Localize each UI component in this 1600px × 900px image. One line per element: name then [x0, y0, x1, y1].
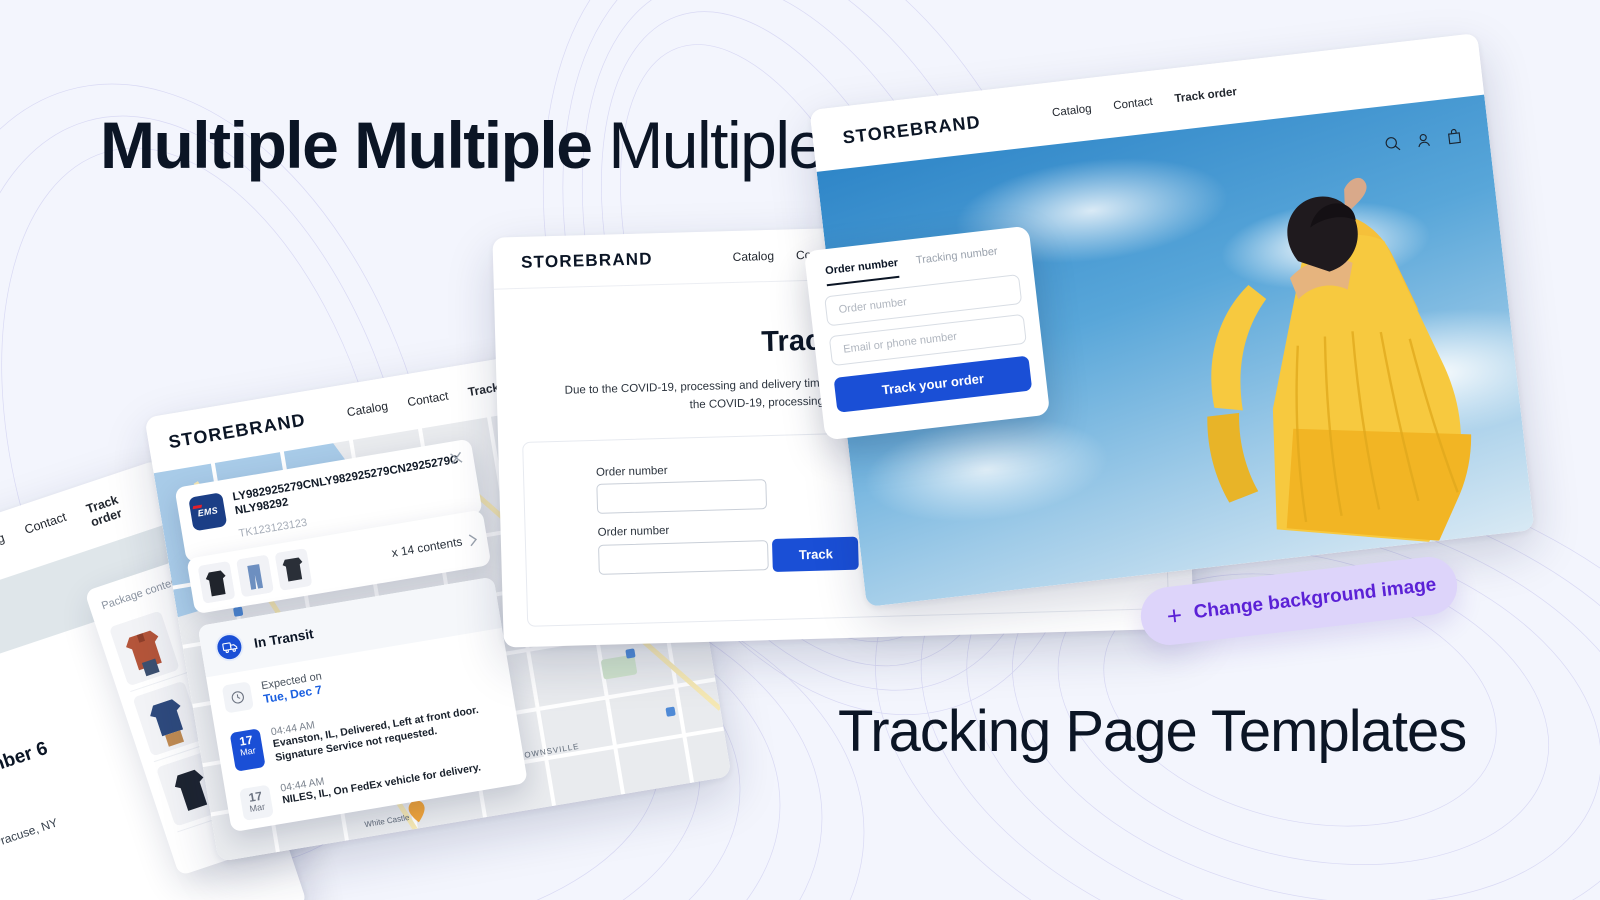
event-date-badge: 17 Mar	[229, 728, 266, 773]
nav-item-contact[interactable]: Contact	[406, 389, 449, 410]
order-number-input-1[interactable]	[596, 478, 768, 514]
change-background-label: Change background image	[1192, 574, 1438, 624]
nav-links: Catalog Contact Track order	[1051, 86, 1237, 119]
nav-item-catalog[interactable]: Catalog	[346, 399, 389, 420]
headline-word-2: Multiple	[354, 108, 593, 182]
hero-model-image	[1207, 177, 1472, 542]
tab-order-number[interactable]: Order number	[824, 256, 900, 287]
nav-item-catalog[interactable]: Catalog	[732, 248, 774, 263]
headline-word-3: Multiple	[608, 108, 825, 182]
chevron-right-icon	[468, 533, 477, 546]
search-icon[interactable]	[1383, 135, 1402, 154]
nav-item-catalog[interactable]: Catalog	[0, 531, 11, 571]
brand-logo: STOREBRAND	[167, 409, 308, 452]
truck-icon	[213, 630, 246, 664]
tracking-form: Order number Order number Track	[523, 433, 860, 625]
contents-count-label: x 14 contents	[390, 534, 464, 560]
page-headline: Multiple Multiple Multiple M	[100, 112, 896, 178]
nav-item-contact[interactable]: Contact	[23, 510, 73, 550]
tab-tracking-number[interactable]: Tracking number	[915, 245, 999, 275]
product-thumbnail-jacket	[108, 609, 180, 686]
product-thumbnail-hoodie	[197, 560, 236, 604]
cart-icon[interactable]	[1445, 127, 1464, 146]
brand-logo: STOREBRAND	[841, 111, 982, 148]
ems-logo-icon: EMS	[188, 492, 228, 532]
plus-icon: +	[1165, 599, 1184, 632]
contents-count[interactable]: x 14 contents	[391, 532, 479, 560]
headline-word-1: Multiple	[100, 108, 339, 182]
nav-item-contact[interactable]: Contact	[1113, 96, 1154, 112]
order-number-input-2[interactable]	[598, 540, 769, 575]
status-text: In Transit	[252, 625, 315, 651]
close-icon[interactable]	[448, 450, 464, 466]
track-your-order-button[interactable]: Track your order	[833, 355, 1033, 413]
product-thumbnail-tshirt	[274, 548, 313, 591]
account-icon[interactable]	[1414, 131, 1433, 150]
nav-item-track-order[interactable]: Track order	[1174, 86, 1238, 105]
nav-item-catalog[interactable]: Catalog	[1051, 103, 1092, 119]
event-date-badge: 17 Mar	[239, 784, 274, 822]
field-label-order-number-2: Order number	[597, 524, 670, 539]
nav-item-track-order[interactable]: Track order	[85, 483, 153, 530]
brand-logo: STOREBRAND	[520, 248, 653, 272]
track-button[interactable]: Track	[772, 536, 860, 572]
field-label-order-number-1: Order number	[595, 464, 668, 479]
product-thumbnail-jeans	[236, 554, 274, 598]
hero-tracking-form[interactable]: Order number Tracking number Order numbe…	[803, 225, 1051, 441]
footer-title: Tracking Page Templates	[838, 699, 1467, 764]
clock-icon	[221, 681, 254, 714]
